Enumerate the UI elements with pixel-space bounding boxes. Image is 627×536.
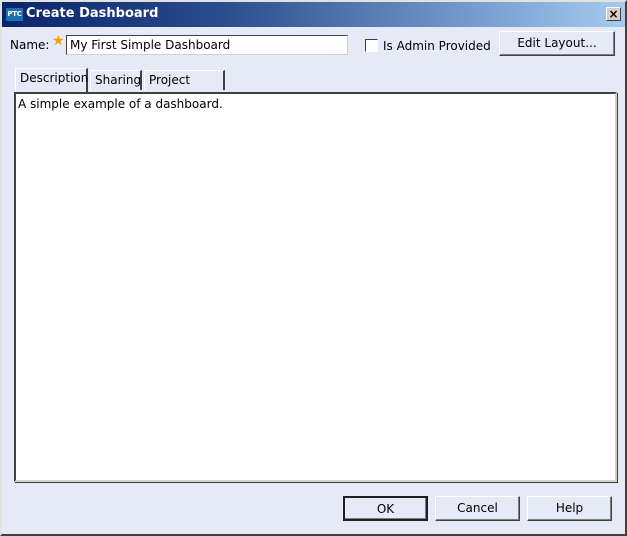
tab-project-filter[interactable]: Project Filter (144, 70, 225, 105)
is-admin-provided-checkbox[interactable] (365, 39, 378, 52)
close-button[interactable]: × (606, 7, 621, 21)
create-dashboard-dialog: PTC Create Dashboard × Name: ★ Is Admin … (0, 0, 627, 536)
ptc-logo-icon: PTC (6, 8, 23, 21)
description-textarea[interactable]: A simple example of a dashboard. (14, 92, 617, 482)
name-label: Name: (10, 38, 50, 52)
close-icon: × (608, 7, 619, 21)
dialog-title: Create Dashboard (26, 6, 159, 21)
is-admin-provided-label[interactable]: Is Admin Provided (383, 39, 491, 53)
name-input[interactable] (66, 35, 348, 55)
tab-sharing[interactable]: Sharing (90, 70, 142, 90)
cancel-button[interactable]: Cancel (435, 496, 520, 521)
required-star-icon: ★ (52, 33, 65, 49)
edit-layout-button[interactable]: Edit Layout... (499, 31, 615, 56)
help-button[interactable]: Help (527, 496, 612, 521)
tab-description[interactable]: Description (15, 68, 88, 92)
ok-button[interactable]: OK (343, 496, 428, 521)
title-bar[interactable]: PTC Create Dashboard × (2, 2, 625, 27)
